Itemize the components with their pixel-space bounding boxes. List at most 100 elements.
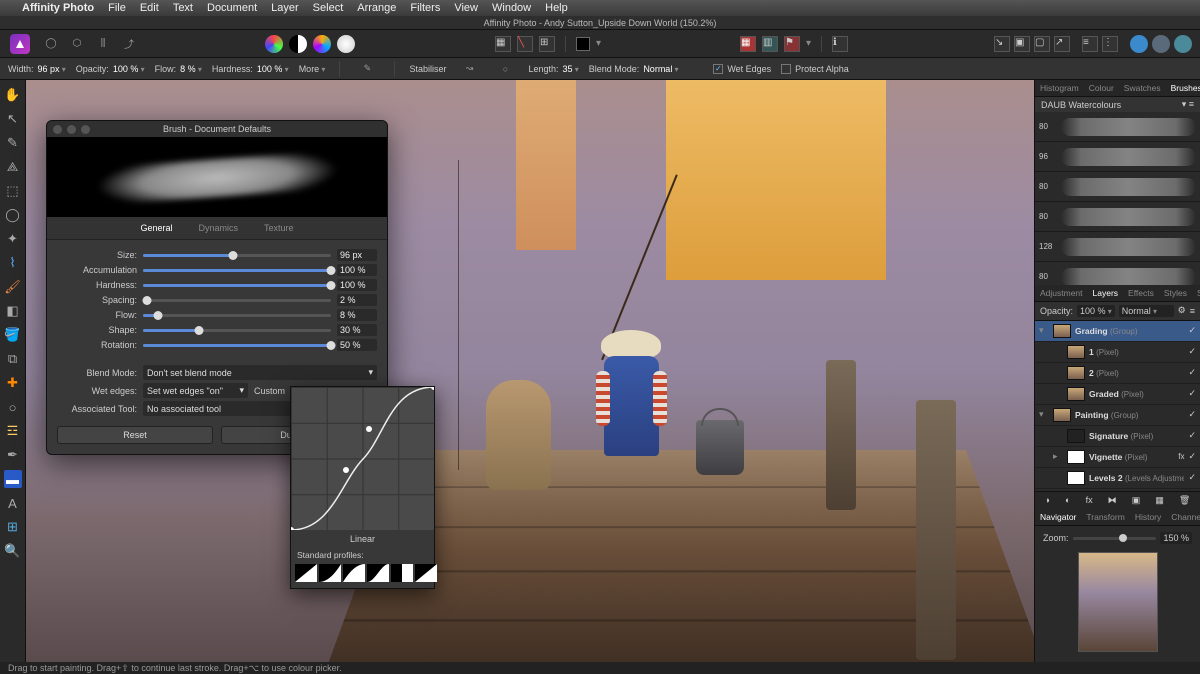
account-icon[interactable] — [1130, 35, 1148, 53]
profile-preset[interactable] — [343, 564, 365, 582]
profile-preset[interactable] — [391, 564, 413, 582]
layer-row[interactable]: Signature (Pixel) ✓ — [1035, 426, 1200, 447]
mesh-tool-icon[interactable]: ⊞ — [4, 518, 22, 536]
brush-preset-list[interactable]: 8096808012880 — [1035, 112, 1200, 284]
snap-caret-icon[interactable]: ▾ — [806, 38, 811, 49]
hand-tool-icon[interactable]: ✋ — [4, 86, 22, 104]
grid-icon[interactable]: ▥ — [762, 36, 778, 52]
lab-icon[interactable] — [313, 35, 331, 53]
slider[interactable] — [143, 299, 331, 302]
opacity-value[interactable]: 100 % — [113, 64, 145, 74]
slider[interactable] — [143, 314, 331, 317]
dodge-tool-icon[interactable]: ○ — [4, 398, 22, 416]
erase-tool-icon[interactable]: ◧ — [4, 302, 22, 320]
layers-blend-value[interactable]: Normal — [1119, 305, 1174, 317]
layer-adjust-icon[interactable]: ◐ — [1065, 495, 1070, 506]
text-tool-icon[interactable]: A — [4, 494, 22, 512]
layer-delete-icon[interactable]: 🗑 — [1179, 495, 1190, 506]
slider[interactable] — [143, 284, 331, 287]
stabiliser-rope-icon[interactable]: ↝ — [460, 60, 478, 78]
layer-row[interactable]: ▸ Vignette (Pixel) fx ✓ — [1035, 447, 1200, 468]
tab-channels[interactable]: Channels — [1166, 509, 1200, 525]
tab-effects[interactable]: Effects — [1123, 285, 1159, 301]
arrange-back-icon[interactable]: ↘ — [994, 36, 1010, 52]
assistant-icon[interactable]: ▦ — [740, 36, 756, 52]
profile-preset[interactable] — [319, 564, 341, 582]
layer-row[interactable]: Graded (Pixel) ✓ — [1035, 384, 1200, 405]
brush-category-select[interactable]: DAUB Watercolours▾ ≡ — [1035, 97, 1200, 112]
tab-dynamics[interactable]: Dynamics — [195, 221, 243, 235]
layer-visible-checkbox[interactable]: ✓ — [1188, 346, 1196, 357]
colour-wheel-icon[interactable] — [265, 35, 283, 53]
tab-brushes[interactable]: Brushes — [1166, 80, 1200, 96]
stabiliser-window-icon[interactable]: ○ — [496, 60, 514, 78]
tab-swatches[interactable]: Swatches — [1119, 80, 1166, 96]
tab-general[interactable]: General — [136, 221, 176, 235]
app-menu[interactable]: Affinity Photo — [22, 2, 94, 14]
snap-icon[interactable]: ⚑ — [784, 36, 800, 52]
layer-visible-checkbox[interactable]: ✓ — [1188, 430, 1196, 441]
slider-value[interactable]: 96 px — [337, 249, 377, 261]
protect-alpha-checkbox[interactable] — [781, 64, 791, 74]
slider-value[interactable]: 2 % — [337, 294, 377, 306]
paint-brush-tool-icon[interactable]: 🖌 — [4, 278, 22, 296]
tab-histogram[interactable]: Histogram — [1035, 80, 1084, 96]
tab-layers[interactable]: Layers — [1088, 285, 1124, 301]
help-toolbar-icon[interactable] — [1174, 35, 1192, 53]
crop-tool-icon[interactable]: ⟁ — [4, 158, 22, 176]
layer-visible-checkbox[interactable]: ✓ — [1188, 325, 1196, 336]
slider[interactable] — [143, 254, 331, 257]
dialog-titlebar[interactable]: Brush - Document Defaults — [47, 121, 387, 137]
align-icon[interactable]: ≡ — [1082, 36, 1098, 52]
slider[interactable] — [143, 344, 331, 347]
reset-button[interactable]: Reset — [57, 426, 213, 444]
snapping-diag-icon[interactable]: ╲ — [517, 36, 533, 52]
layer-group-icon[interactable]: ▣ — [1132, 495, 1141, 506]
wet-edges-checkbox[interactable]: ✓ — [713, 64, 723, 74]
menu-window[interactable]: Window — [492, 2, 531, 14]
blend-mode-value[interactable]: Normal — [643, 64, 703, 74]
profile-preset[interactable] — [415, 564, 437, 582]
menu-filters[interactable]: Filters — [410, 2, 440, 14]
arrange-ungroup-icon[interactable]: ▢ — [1034, 36, 1050, 52]
mac-menubar[interactable]: Affinity Photo File Edit Text Document L… — [0, 0, 1200, 16]
layer-list[interactable]: ▾ Grading (Group) ✓ 1 (Pixel) ✓ 2 (Pixel… — [1035, 321, 1200, 491]
arrange-front-icon[interactable]: ↗ — [1054, 36, 1070, 52]
layer-row[interactable]: ▾ Grading (Group) ✓ — [1035, 321, 1200, 342]
persona-photo-icon[interactable] — [10, 34, 30, 54]
layer-row[interactable]: 1 (Pixel) ✓ — [1035, 342, 1200, 363]
snapping-force-icon[interactable]: ⊞ — [539, 36, 555, 52]
layer-row[interactable]: 2 (Pixel) ✓ — [1035, 363, 1200, 384]
snapping-grid-icon[interactable]: ▦ — [495, 36, 511, 52]
fill-tool-icon[interactable]: 🪣 — [4, 326, 22, 344]
persona-export-icon[interactable]: ⤴ — [120, 35, 138, 53]
persona-tone-icon[interactable]: ⫼ — [94, 35, 112, 53]
menu-arrange[interactable]: Arrange — [357, 2, 396, 14]
layer-row[interactable]: Levels 2 (Levels Adjustment) ✓ — [1035, 468, 1200, 489]
layer-mask-icon[interactable]: ◑ — [1045, 495, 1050, 506]
greyscale-icon[interactable] — [289, 35, 307, 53]
layer-disclosure-icon[interactable]: ▾ — [1039, 409, 1049, 420]
layers-opacity-value[interactable]: 100 % — [1077, 305, 1115, 317]
layer-add-pixel-icon[interactable]: ▦ — [1155, 495, 1164, 506]
arrange-group-icon[interactable]: ▣ — [1014, 36, 1030, 52]
brush-preset[interactable]: 96 — [1035, 142, 1200, 172]
tab-stock[interactable]: Stock — [1192, 285, 1200, 301]
layer-menu-icon[interactable]: ≡ — [1190, 306, 1195, 316]
menu-file[interactable]: File — [108, 2, 126, 14]
move-tool-icon[interactable]: ↖ — [4, 110, 22, 128]
brush-preset[interactable]: 128 — [1035, 232, 1200, 262]
menu-select[interactable]: Select — [313, 2, 344, 14]
menu-help[interactable]: Help — [545, 2, 568, 14]
soft-proof-icon[interactable] — [337, 35, 355, 53]
persona-liquify-icon[interactable]: ◯ — [42, 35, 60, 53]
menu-edit[interactable]: Edit — [140, 2, 159, 14]
more-button[interactable]: More — [299, 64, 326, 74]
clone-tool-icon[interactable]: ⧉ — [4, 350, 22, 368]
tab-navigator[interactable]: Navigator — [1035, 509, 1081, 525]
navigator-preview[interactable] — [1078, 552, 1158, 652]
layer-visible-checkbox[interactable]: ✓ — [1188, 388, 1196, 399]
layer-cog-icon[interactable]: ⚙ — [1178, 305, 1186, 316]
slider-value[interactable]: 8 % — [337, 309, 377, 321]
brush-preset[interactable]: 80 — [1035, 112, 1200, 142]
